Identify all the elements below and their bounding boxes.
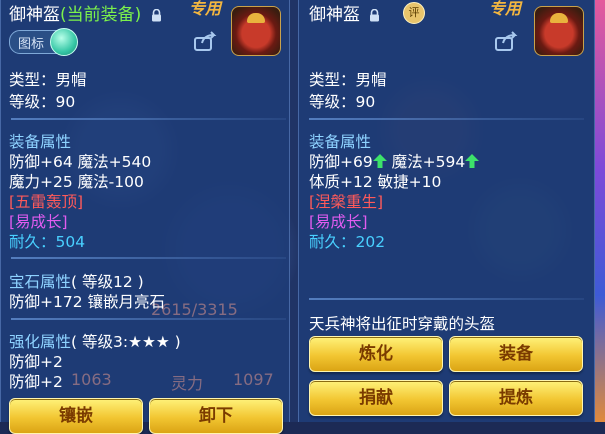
divider <box>309 118 584 120</box>
helmet-item-icon[interactable] <box>534 6 584 56</box>
equip-button[interactable]: 装备 <box>449 336 583 372</box>
special-effect: [易成长] <box>309 213 368 231</box>
attr-header: 装备属性 <box>9 133 72 151</box>
background-stat: 1097 <box>233 370 274 389</box>
gem-level: ( 等级12 ) <box>71 273 144 291</box>
toggle-knob[interactable] <box>50 28 78 56</box>
attr-line: 魔力+25 魔法-100 <box>9 173 144 191</box>
divider <box>11 118 286 120</box>
rating-badge[interactable]: 评 <box>403 2 425 24</box>
enhance-header: 强化属性 <box>9 333 72 351</box>
icon-toggle-label: 图标 <box>18 37 45 52</box>
increase-arrow-icon <box>465 154 480 168</box>
item-description: 天兵神将出征时穿戴的头盔 <box>309 315 496 333</box>
durability-label: 耐久： <box>9 233 56 251</box>
exclusive-tag: 专用 <box>489 0 522 18</box>
divider <box>11 257 286 259</box>
attr-line: 体质+12 敏捷+10 <box>309 173 442 191</box>
enhance-line: 防御+2 <box>9 353 63 371</box>
lock-icon <box>370 8 380 21</box>
inlay-button[interactable]: 镶嵌 <box>9 398 143 434</box>
item-type: 类型：男帽 <box>9 71 87 89</box>
enhance-level: ( 等级3:★★★ ) <box>71 333 181 351</box>
refine-button[interactable]: 炼化 <box>309 336 443 372</box>
equipped-tag: (当前装备) <box>60 5 142 25</box>
divider <box>309 298 584 300</box>
item-name: 御神盔 <box>309 5 360 25</box>
enhance-header-row: 强化属性( 等级3:★★★ ) <box>9 330 181 352</box>
durability-label: 耐久： <box>309 233 356 251</box>
item-name: 御神盔 <box>9 5 60 25</box>
share-icon[interactable] <box>495 31 519 51</box>
attr-defense: 防御+69 <box>309 153 373 171</box>
increase-arrow-icon <box>372 154 387 168</box>
extract-button[interactable]: 提炼 <box>449 380 583 416</box>
equipped-item-panel: 2615/3315 1063 灵力 1097 御神盔(当前装备) 专用 图标 类… <box>0 0 290 434</box>
background-edge <box>595 0 605 422</box>
item-level: 等级：90 <box>9 93 76 111</box>
item-title: 御神盔(当前装备) <box>9 0 162 25</box>
special-skill: [涅槃重生] <box>309 193 384 211</box>
attr-header: 装备属性 <box>309 133 372 151</box>
gem-header-row: 宝石属性( 等级12 ) <box>9 270 144 292</box>
gem-header: 宝石属性 <box>9 273 72 291</box>
divider <box>11 318 286 320</box>
background-stat: 灵力 <box>171 374 204 393</box>
special-effect: [易成长] <box>9 213 68 231</box>
item-title: 御神盔 <box>309 0 380 25</box>
background-stat: 1063 <box>71 370 112 389</box>
special-skill: [五雷轰顶] <box>9 193 84 211</box>
gem-line: 防御+172 镶嵌月亮石 <box>9 293 165 311</box>
exclusive-tag: 专用 <box>189 0 222 18</box>
item-level: 等级：90 <box>309 93 376 111</box>
enhance-line: 防御+2 <box>9 373 63 391</box>
item-type: 类型：男帽 <box>309 71 387 89</box>
share-icon[interactable] <box>194 31 218 51</box>
attr-line: 防御+69 魔法+594 <box>309 150 480 172</box>
compare-item-panel: 御神盔 评 专用 类型：男帽 等级：90 装备属性 防御+69 魔法+594 体… <box>298 0 595 422</box>
helmet-item-icon[interactable] <box>231 6 281 56</box>
durability-value: 504 <box>55 233 86 251</box>
durability: 耐久：202 <box>309 230 385 252</box>
icon-toggle[interactable]: 图标 <box>9 28 78 56</box>
durability: 耐久：504 <box>9 230 85 252</box>
attr-magic: 魔法+594 <box>391 153 466 171</box>
donate-button[interactable]: 捐献 <box>309 380 443 416</box>
attr-line: 防御+64 魔法+540 <box>9 153 152 171</box>
lock-icon <box>151 8 161 21</box>
durability-value: 202 <box>355 233 386 251</box>
unequip-button[interactable]: 卸下 <box>149 398 283 434</box>
